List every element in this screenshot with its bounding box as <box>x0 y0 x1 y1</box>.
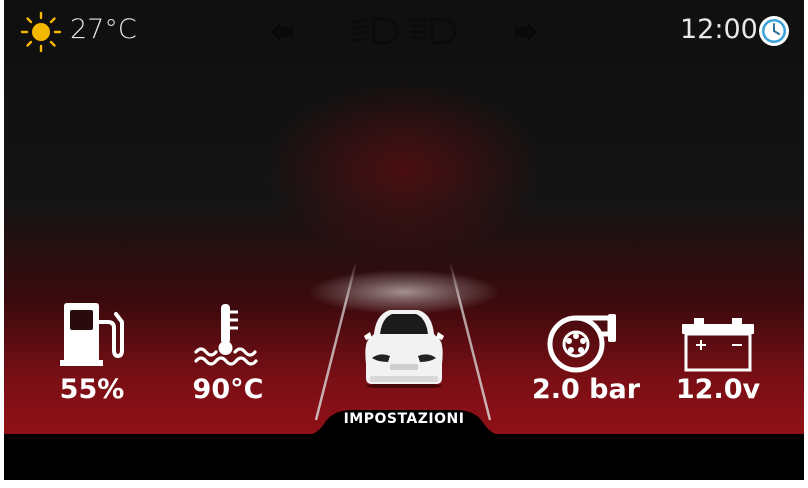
fuel-level-value: 55% <box>59 374 125 405</box>
dashboard-screen: 27°C 12:00 55% 90°C 2.0 bar 12.0v IMPOST… <box>4 0 804 480</box>
car-icon <box>364 310 444 388</box>
sun-icon <box>20 11 62 53</box>
turbo-pressure-value: 2.0 bar <box>531 374 641 405</box>
bottom-bar <box>4 434 804 480</box>
turn-right-arrow-icon <box>513 17 539 47</box>
low-beam-icon <box>351 17 399 45</box>
status-bar: 27°C 12:00 <box>4 0 804 64</box>
turn-left-arrow-icon <box>269 17 295 47</box>
coolant-temperature-value: 90°C <box>192 374 264 405</box>
clock-time: 12:00 <box>680 14 758 45</box>
battery-voltage-value: 12.0v <box>675 374 761 405</box>
outside-temperature: 27°C <box>70 14 137 45</box>
battery-icon <box>682 318 754 372</box>
fuel-pump-icon <box>60 303 124 366</box>
turbo-icon <box>547 314 616 373</box>
clock-icon <box>759 16 789 46</box>
settings-button[interactable]: IMPOSTAZIONI <box>302 411 506 427</box>
coolant-temperature-icon <box>194 304 258 366</box>
high-beam-icon <box>409 17 457 45</box>
